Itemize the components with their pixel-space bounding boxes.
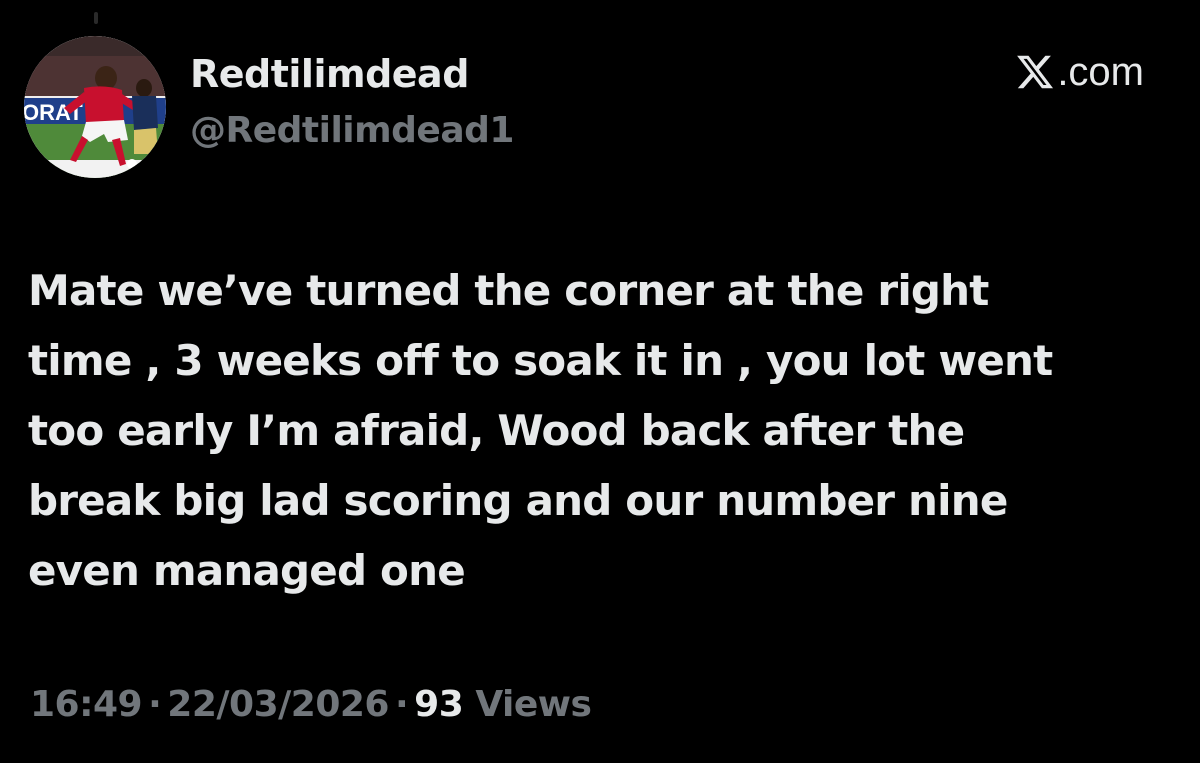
tweet-time[interactable]: 16:49 — [30, 684, 143, 725]
tweet-text: Mate we’ve turned the corner at the righ… — [28, 266, 1053, 595]
views-count: 93 — [414, 684, 464, 725]
avatar-photo: ORAT — [24, 36, 166, 178]
avatar[interactable]: ORAT — [24, 36, 166, 178]
tweet-metadata: 16:49 · 22/03/2026 · 93 Views — [30, 684, 592, 725]
author-display-name[interactable]: Redtilimdead — [190, 52, 469, 96]
author-handle[interactable]: @Redtilimdead1 — [190, 110, 514, 151]
tweet-card: ORAT Redtilimdead @Redtilimdead1 .com Ma… — [0, 0, 1200, 763]
brand-domain-text: .com — [1057, 50, 1144, 94]
top-edge-mark — [94, 12, 98, 24]
views-label: Views — [475, 684, 592, 725]
x-logo-icon — [1017, 55, 1054, 89]
meta-separator: · — [148, 684, 162, 725]
brand-watermark: .com — [1015, 52, 1144, 92]
meta-separator-2: · — [394, 684, 409, 725]
tweet-date[interactable]: 22/03/2026 — [167, 684, 389, 725]
